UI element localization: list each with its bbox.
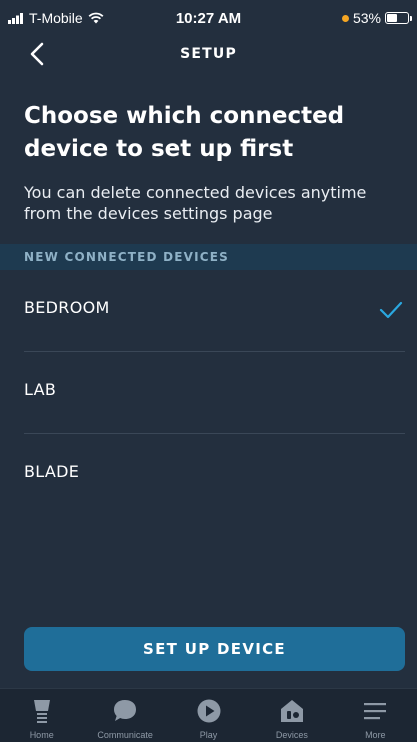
tab-play[interactable]: Play <box>167 689 250 742</box>
play-icon <box>197 699 221 723</box>
tab-more[interactable]: More <box>334 689 417 742</box>
tab-label: More <box>365 730 386 740</box>
status-right: 53% <box>341 10 412 26</box>
set-up-device-button[interactable]: SET UP DEVICE <box>24 627 405 671</box>
page-title: SETUP <box>180 46 237 62</box>
page-subtext: You can delete connected devices anytime… <box>24 183 367 223</box>
nav-bar: SETUP <box>0 38 417 74</box>
status-bar: T-Mobile 10:27 AM 53% <box>0 0 417 38</box>
device-row-blade[interactable]: BLADE <box>0 434 417 516</box>
device-list: BEDROOM LAB BLADE <box>0 270 417 516</box>
recording-indicator-icon <box>341 14 349 22</box>
checkmark-icon <box>379 301 403 319</box>
device-label: LAB <box>24 380 57 399</box>
tab-devices[interactable]: Devices <box>250 689 333 742</box>
device-row-bedroom[interactable]: BEDROOM <box>0 270 417 352</box>
tab-label: Communicate <box>97 730 153 740</box>
tab-label: Devices <box>275 730 308 740</box>
tab-label: Play <box>199 730 218 740</box>
menu-icon <box>364 703 387 720</box>
tab-bar: Home Communicate Play Devices More <box>0 688 417 742</box>
tab-label: Home <box>29 730 54 740</box>
tab-home[interactable]: Home <box>0 689 83 742</box>
battery-percent: 53% <box>352 10 381 26</box>
device-label: BEDROOM <box>24 298 110 317</box>
section-header: NEW CONNECTED DEVICES <box>0 244 417 270</box>
chat-bubble-icon <box>114 700 137 721</box>
home-icon <box>33 700 50 723</box>
device-label: BLADE <box>24 462 80 481</box>
page-heading: Choose which connected device to set up … <box>24 103 345 162</box>
battery-icon <box>385 12 412 24</box>
devices-icon <box>280 700 303 722</box>
device-row-lab[interactable]: LAB <box>0 352 417 434</box>
tab-communicate[interactable]: Communicate <box>83 689 166 742</box>
